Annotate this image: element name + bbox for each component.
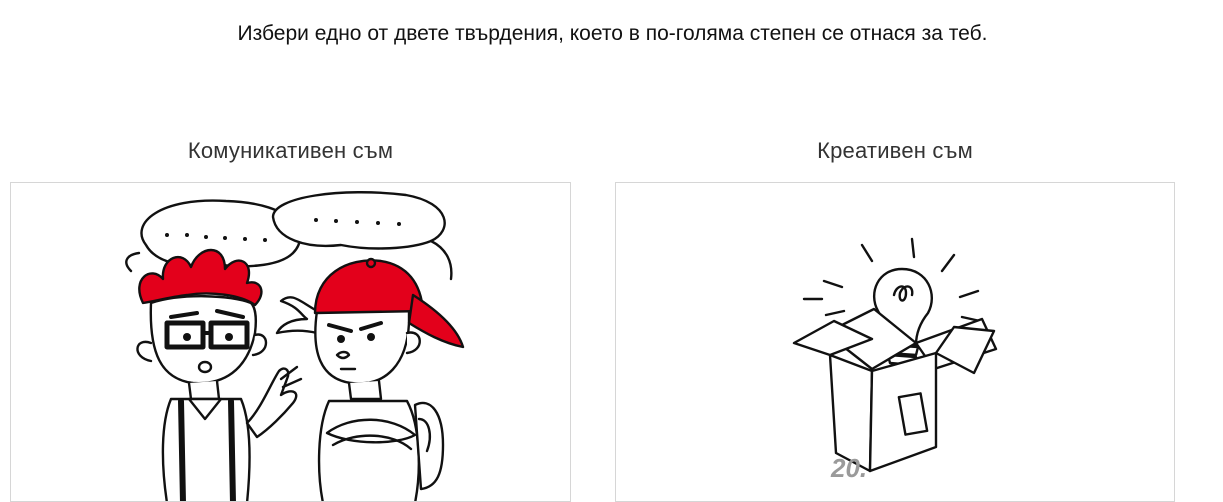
option-card-communicative[interactable] bbox=[10, 182, 571, 502]
option-communicative[interactable]: Комуникативен съм bbox=[10, 136, 571, 502]
two-talking-boys-illustration bbox=[125, 191, 465, 501]
option-label-communicative[interactable]: Комуникативен съм bbox=[10, 136, 571, 166]
option-card-creative[interactable]: 20. bbox=[615, 182, 1175, 502]
lightbulb-in-box-illustration bbox=[792, 237, 998, 473]
option-creative[interactable]: Креативен съм 20. bbox=[615, 136, 1175, 502]
question-text: Избери едно от двете твърдения, което в … bbox=[237, 22, 988, 45]
badge-number: 20. bbox=[831, 453, 868, 483]
option-label-creative[interactable]: Креативен съм bbox=[615, 136, 1175, 166]
